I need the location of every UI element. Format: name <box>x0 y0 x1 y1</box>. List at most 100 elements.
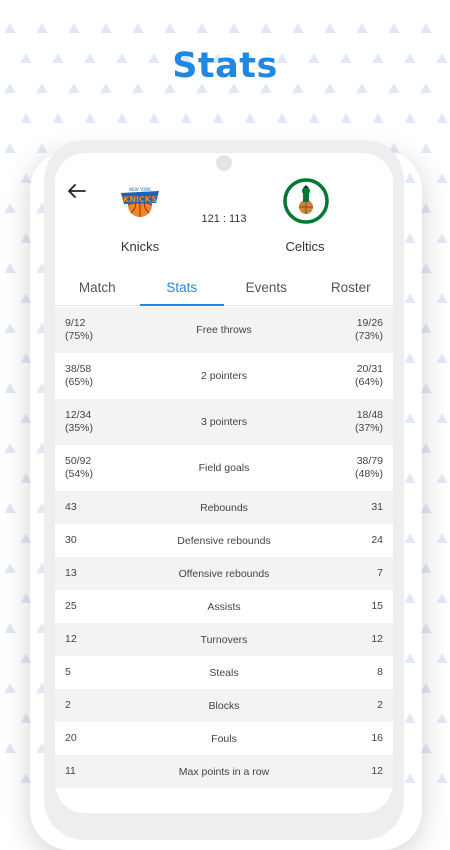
home-value: 12 <box>65 633 77 645</box>
tab-roster[interactable]: Roster <box>309 271 394 305</box>
pattern-triangle <box>436 773 448 783</box>
stat-label: Turnovers <box>200 633 248 646</box>
away-value: 8 <box>377 666 383 678</box>
away-pct: (73%) <box>354 330 383 342</box>
pattern-triangle <box>420 683 432 693</box>
pattern-triangle <box>308 113 320 123</box>
stat-row-rebounds: 43 Rebounds 31 <box>55 491 393 524</box>
away-value: 2 <box>377 699 383 711</box>
stat-label: Rebounds <box>200 501 248 514</box>
home-value: 43 <box>65 501 77 513</box>
away-value: 12 <box>371 633 383 645</box>
pattern-triangle <box>404 113 416 123</box>
tab-match[interactable]: Match <box>55 271 140 305</box>
pattern-triangle <box>100 23 112 33</box>
away-team-name: Celtics <box>285 239 325 254</box>
pattern-triangle <box>436 413 448 423</box>
pattern-triangle <box>420 743 432 753</box>
pattern-triangle <box>4 683 16 693</box>
home-value: 25 <box>65 600 77 612</box>
away-stat: 20/31 <box>356 363 383 375</box>
tab-bar: Match Stats Events Roster <box>55 271 393 306</box>
stats-table: 9/12 (75%) Free throws 19/26 (73%) 38/58 (6… <box>55 307 393 813</box>
stat-label: Assists <box>207 600 241 613</box>
stat-row-3-pointers: 12/34 (35%) 3 pointers 18/48 (37%) <box>55 399 393 445</box>
pattern-triangle <box>292 23 304 33</box>
away-value: 15 <box>371 600 383 612</box>
stat-row-field-goals: 50/92 (54%) Field goals 38/79 (48%) <box>55 445 393 491</box>
pattern-triangle <box>436 713 448 723</box>
page-heading: Stats <box>172 46 278 86</box>
home-value: 12/34 (35%) <box>65 409 155 435</box>
away-stat: 19/26 <box>356 317 383 329</box>
away-value: 12 <box>371 765 383 777</box>
pattern-triangle <box>20 113 32 123</box>
pattern-triangle <box>436 593 448 603</box>
back-button[interactable] <box>65 181 89 201</box>
pattern-triangle <box>4 263 16 273</box>
stat-label: 2 pointers <box>200 370 248 382</box>
away-value: 20/31 (64%) <box>293 363 383 389</box>
stat-label: Free throws <box>196 324 252 336</box>
away-value: 16 <box>371 732 383 744</box>
pattern-triangle <box>212 113 224 123</box>
away-value: 7 <box>377 567 383 579</box>
pattern-triangle <box>436 113 448 123</box>
pattern-triangle <box>228 23 240 33</box>
home-value: 2 <box>65 699 71 711</box>
pattern-triangle <box>164 23 176 33</box>
home-stat: 38/58 <box>65 363 92 375</box>
away-value: 19/26 (73%) <box>293 317 383 343</box>
home-value: 13 <box>65 567 77 579</box>
home-value: 38/58 (65%) <box>65 363 155 389</box>
home-value: 30 <box>65 534 77 546</box>
home-team-name: Knicks <box>120 239 160 254</box>
pattern-triangle <box>420 623 432 633</box>
pattern-triangle <box>420 503 432 513</box>
home-value: 9/12 (75%) <box>65 317 155 343</box>
pattern-triangle <box>260 23 272 33</box>
pattern-triangle <box>4 743 16 753</box>
home-stat: 9/12 <box>65 317 86 329</box>
pattern-triangle <box>420 443 432 453</box>
home-pct: (65%) <box>65 376 94 388</box>
tab-events[interactable]: Events <box>224 271 309 305</box>
pattern-triangle <box>324 23 336 33</box>
away-pct: (48%) <box>354 468 383 480</box>
stat-label: Field goals <box>198 462 250 474</box>
stat-label: 3 pointers <box>200 416 248 428</box>
pattern-triangle <box>84 113 96 123</box>
away-value: 31 <box>371 501 383 513</box>
away-value: 18/48 (37%) <box>293 409 383 435</box>
camera-notch <box>216 155 232 171</box>
stat-label: Fouls <box>211 732 237 745</box>
app-screen: KNICKS NEW YORK Knicks Celtics 121 : 113… <box>55 153 393 813</box>
pattern-triangle <box>4 383 16 393</box>
pattern-triangle <box>420 203 432 213</box>
pattern-triangle <box>4 323 16 333</box>
pattern-triangle <box>196 23 208 33</box>
home-stat: 12/34 <box>65 409 92 421</box>
pattern-triangle <box>340 113 352 123</box>
pattern-triangle <box>244 113 256 123</box>
pattern-triangle <box>4 143 16 153</box>
pattern-triangle <box>420 323 432 333</box>
away-stat: 18/48 <box>356 409 383 421</box>
stat-row-partial <box>55 788 393 813</box>
home-value: 50/92 (54%) <box>65 455 155 481</box>
knicks-logo-text: KNICKS <box>123 195 157 204</box>
tab-stats[interactable]: Stats <box>139 271 225 306</box>
pattern-triangle <box>436 533 448 543</box>
away-stat: 38/79 <box>356 455 383 467</box>
pattern-triangle <box>388 23 400 33</box>
stat-label: Max points in a row <box>178 765 270 778</box>
stat-row-offensive-rebounds: 13 Offensive rebounds 7 <box>55 557 393 590</box>
stat-row-fouls: 20 Fouls 16 <box>55 722 393 755</box>
pattern-triangle <box>52 113 64 123</box>
pattern-triangle <box>420 563 432 573</box>
pattern-triangle <box>436 233 448 243</box>
pattern-triangle <box>4 563 16 573</box>
stat-row-assists: 25 Assists 15 <box>55 590 393 623</box>
stat-label: Steals <box>209 666 239 679</box>
home-pct: (54%) <box>65 468 94 480</box>
